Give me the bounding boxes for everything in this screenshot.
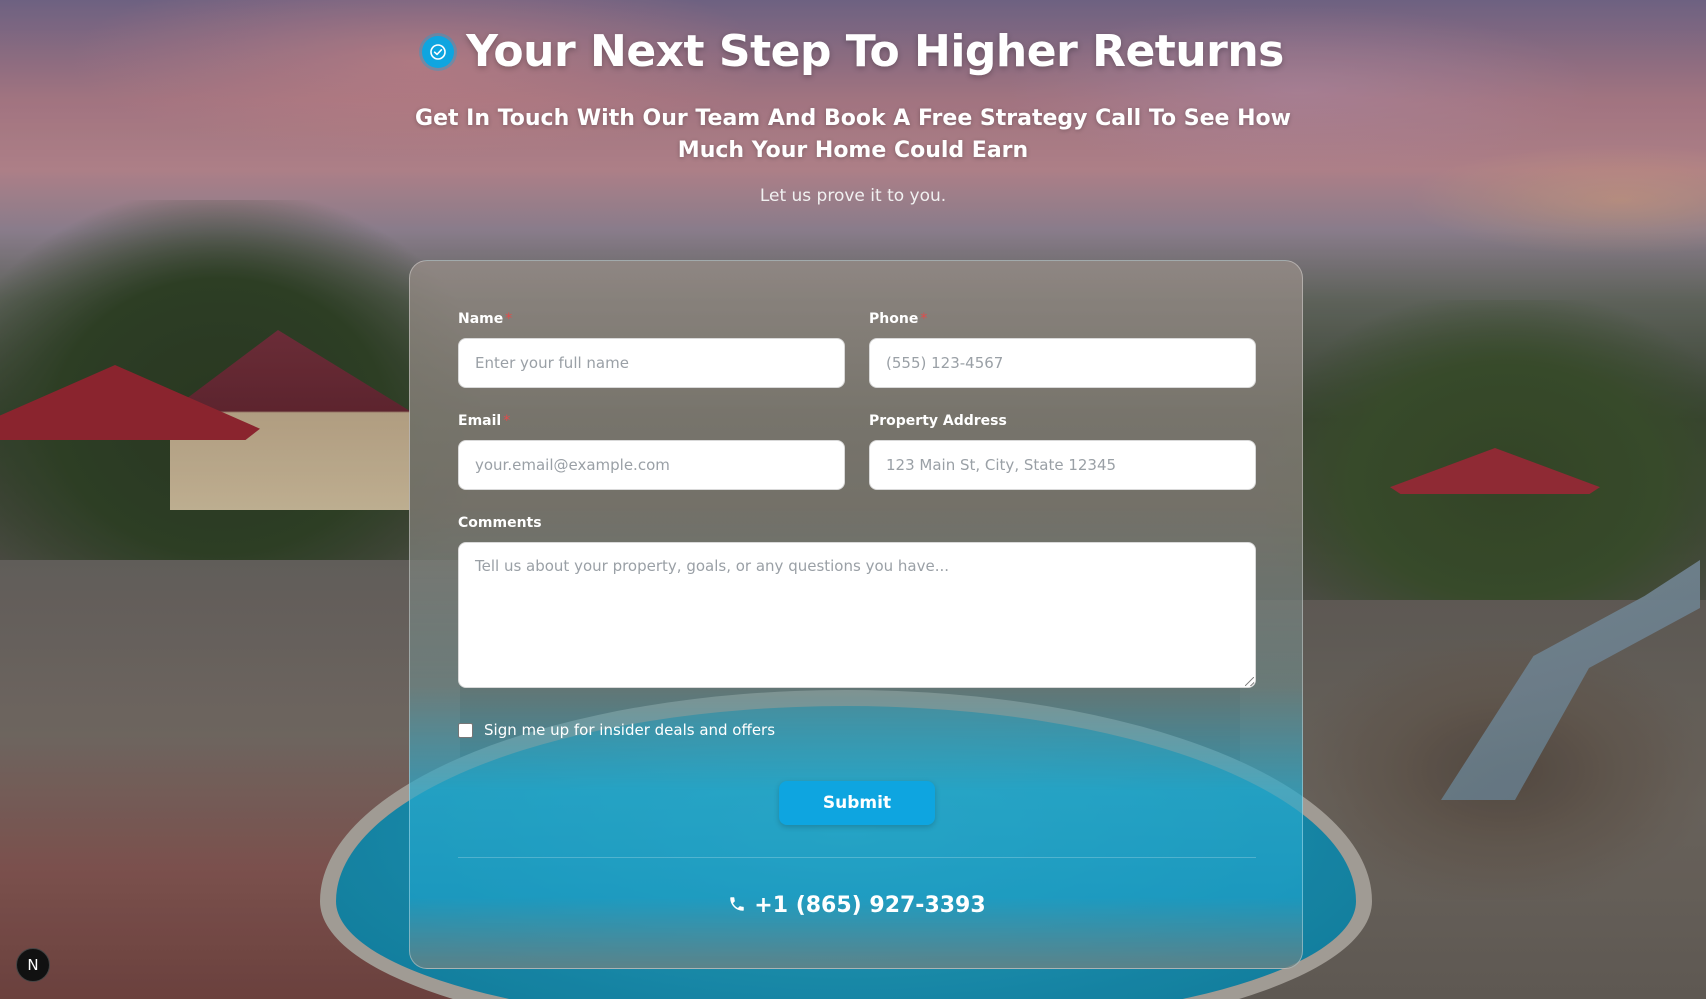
phone-number-link[interactable]: +1 (865) 927-3393 — [754, 893, 985, 918]
phone-label: Phone * — [869, 311, 927, 327]
newsletter-row: Sign me up for insider deals and offers — [458, 721, 775, 739]
comments-textarea[interactable] — [458, 542, 1256, 688]
contact-phone-row: +1 (865) 927-3393 — [410, 893, 1304, 918]
email-label-text: Email — [458, 413, 502, 429]
comments-label: Comments — [458, 515, 542, 531]
name-label: Name * — [458, 311, 512, 327]
phone-required-mark: * — [920, 311, 928, 327]
address-input[interactable] — [869, 440, 1256, 490]
newsletter-checkbox[interactable] — [458, 722, 473, 738]
contact-form-card: Name* Phone* Email* Property Address Com… — [409, 260, 1303, 969]
phone-input[interactable] — [869, 338, 1256, 388]
email-label: Email * — [458, 413, 510, 429]
name-input[interactable] — [458, 338, 845, 388]
newsletter-label[interactable]: Sign me up for insider deals and offers — [484, 721, 775, 739]
phone-label-text: Phone — [869, 311, 919, 327]
tagline: Let us prove it to you. — [759, 186, 947, 206]
email-required-mark: * — [503, 413, 511, 429]
divider — [458, 857, 1256, 858]
phone-icon — [728, 895, 746, 917]
page-subtitle: Get In Touch With Our Team And Book A Fr… — [415, 106, 1291, 163]
submit-button[interactable]: Submit — [779, 781, 935, 825]
page-title: Your Next Step To Higher Returns — [466, 26, 1284, 77]
name-label-text: Name — [458, 311, 504, 327]
dev-tools-badge[interactable]: N — [16, 948, 50, 982]
check-circle-icon — [422, 35, 455, 68]
address-label: Property Address — [869, 413, 1007, 429]
email-input[interactable] — [458, 440, 845, 490]
resize-grip-icon[interactable] — [1245, 677, 1254, 686]
name-required-mark: * — [505, 311, 513, 327]
title-row: Your Next Step To Higher Returns — [0, 26, 1706, 77]
